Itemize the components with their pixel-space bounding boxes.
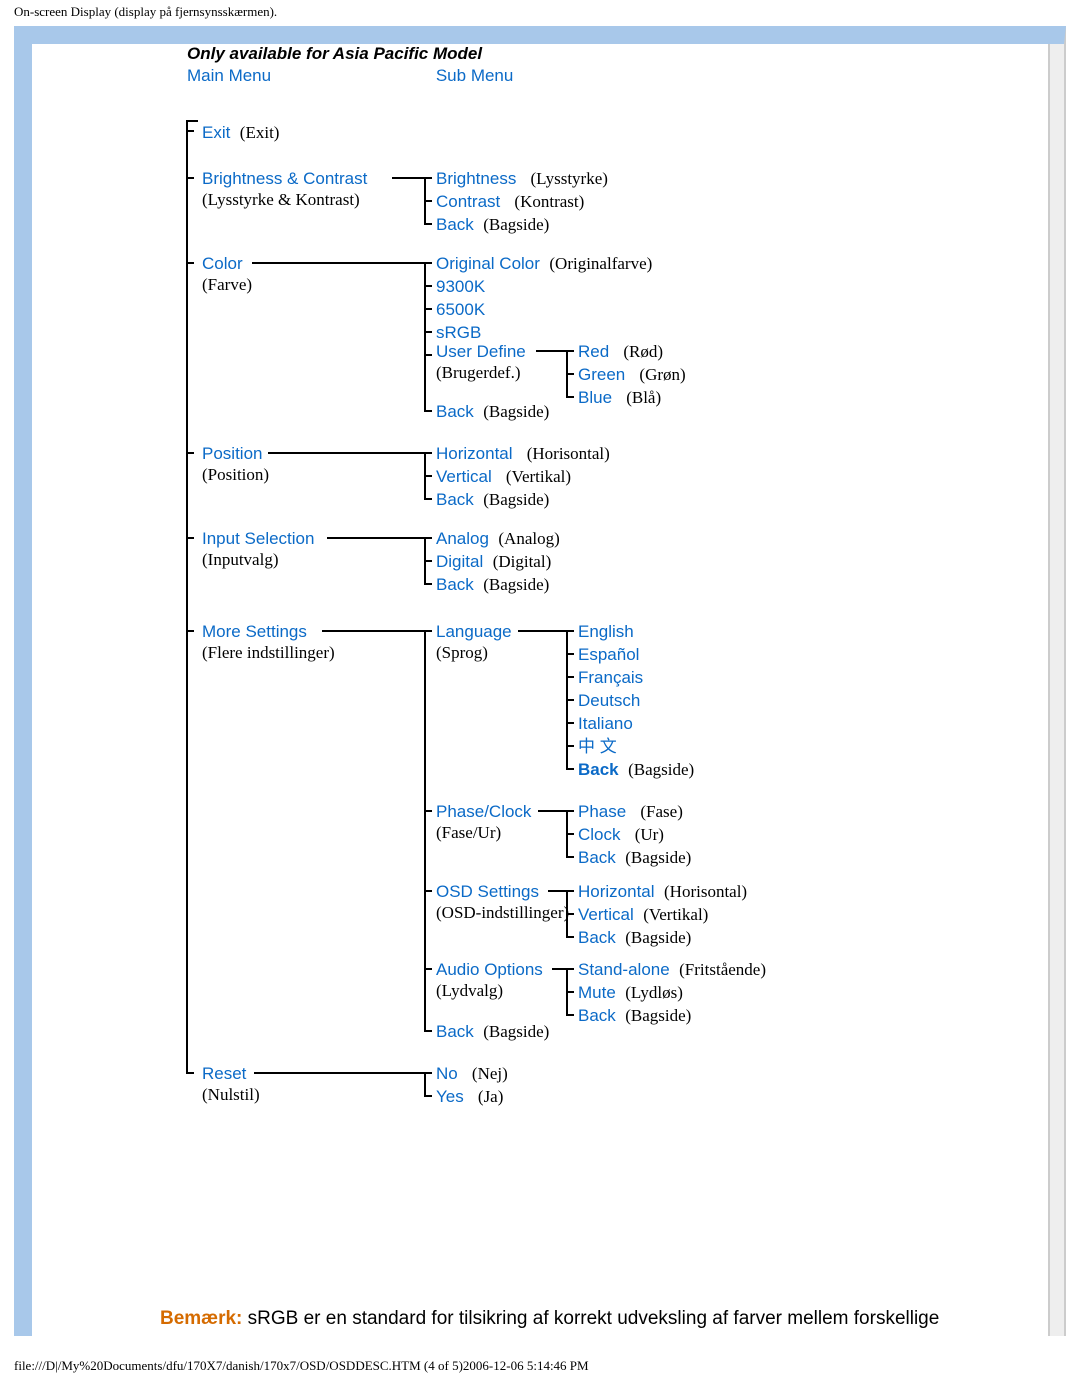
sub-bc-back: Back (Bagside): [436, 214, 549, 235]
menu-more-settings: More Settings: [202, 622, 307, 641]
sub-red: Red (Rød): [578, 341, 663, 362]
menu-more-settings-loc: (Flere indstillinger): [202, 643, 335, 662]
sub-language: Language(Sprog): [436, 621, 512, 664]
col-sub: Sub Menu: [436, 66, 514, 86]
reset-no: No (Nej): [436, 1063, 508, 1084]
sub-analog: Analog (Analog): [436, 528, 560, 549]
sub-osd-settings: OSD Settings(OSD-indstillinger): [436, 881, 569, 924]
menu-brightness-contrast: Brightness & Contrast: [202, 169, 367, 188]
audio-back: Back (Bagside): [578, 1005, 691, 1026]
lang-italiano: Italiano: [578, 713, 633, 734]
lang-espanol: Español: [578, 644, 639, 665]
sub-phase: Phase (Fase): [578, 801, 683, 822]
title: Only available for Asia Pacific Model: [187, 44, 1064, 64]
audio-mute: Mute (Lydløs): [578, 982, 683, 1003]
menu-brightness-contrast-loc: (Lysstyrke & Kontrast): [202, 190, 360, 209]
menu-color-loc: (Farve): [202, 275, 252, 294]
reset-yes: Yes (Ja): [436, 1086, 503, 1107]
osd-tree: Exit (Exit) Brightness & Contrast (Lysst…: [172, 110, 1064, 1140]
footer-path: file:///D|/My%20Documents/dfu/170X7/dani…: [0, 1336, 1080, 1382]
more-back: Back (Bagside): [436, 1021, 549, 1042]
lang-deutsch: Deutsch: [578, 690, 640, 711]
menu-input-selection-loc: (Inputvalg): [202, 550, 278, 569]
sub-green: Green (Grøn): [578, 364, 686, 385]
osd-back: Back (Bagside): [578, 927, 691, 948]
osd-vertical: Vertical (Vertikal): [578, 904, 708, 925]
sub-blue: Blue (Blå): [578, 387, 661, 408]
sub-6500k: 6500K: [436, 299, 485, 320]
lang-chinese: 中 文: [578, 736, 617, 757]
menu-position-loc: (Position): [202, 465, 269, 484]
sub-pos-back: Back (Bagside): [436, 489, 549, 510]
menu-position: Position: [202, 444, 262, 463]
sub-brightness: Brightness (Lysstyrke): [436, 168, 608, 189]
sub-original-color: Original Color (Originalfarve): [436, 253, 652, 274]
osd-horizontal: Horizontal (Horisontal): [578, 881, 747, 902]
menu-reset: Reset: [202, 1064, 246, 1083]
sub-input-back: Back (Bagside): [436, 574, 549, 595]
document-frame: Only available for Asia Pacific Model Ma…: [14, 26, 1066, 1336]
sub-vertical: Vertical (Vertikal): [436, 466, 571, 487]
menu-input-selection: Input Selection: [202, 529, 314, 548]
sub-contrast: Contrast (Kontrast): [436, 191, 584, 212]
menu-exit: Exit (Exit): [202, 123, 279, 142]
audio-standalone: Stand-alone (Fritstående): [578, 959, 766, 980]
sub-digital: Digital (Digital): [436, 551, 551, 572]
sub-clock: Clock (Ur): [578, 824, 664, 845]
menu-reset-loc: (Nulstil): [202, 1085, 260, 1104]
sub-user-define: User Define(Brugerdef.): [436, 341, 526, 384]
lang-back: Back (Bagside): [578, 759, 694, 780]
sub-audio-options: Audio Options(Lydvalg): [436, 959, 543, 1002]
lang-english: English: [578, 621, 634, 642]
page-header: On-screen Display (display på fjernsynss…: [0, 0, 1080, 26]
menu-color: Color: [202, 254, 243, 273]
sub-horizontal: Horizontal (Horisontal): [436, 443, 610, 464]
sub-phase-clock: Phase/Clock(Fase/Ur): [436, 801, 531, 844]
col-main: Main Menu: [187, 66, 271, 85]
sub-pc-back: Back (Bagside): [578, 847, 691, 868]
sub-color-back: Back (Bagside): [436, 401, 549, 422]
sub-9300k: 9300K: [436, 276, 485, 297]
lang-francais: Français: [578, 667, 643, 688]
note-text: Bemærk: sRGB er en standard for tilsikri…: [160, 1308, 939, 1330]
